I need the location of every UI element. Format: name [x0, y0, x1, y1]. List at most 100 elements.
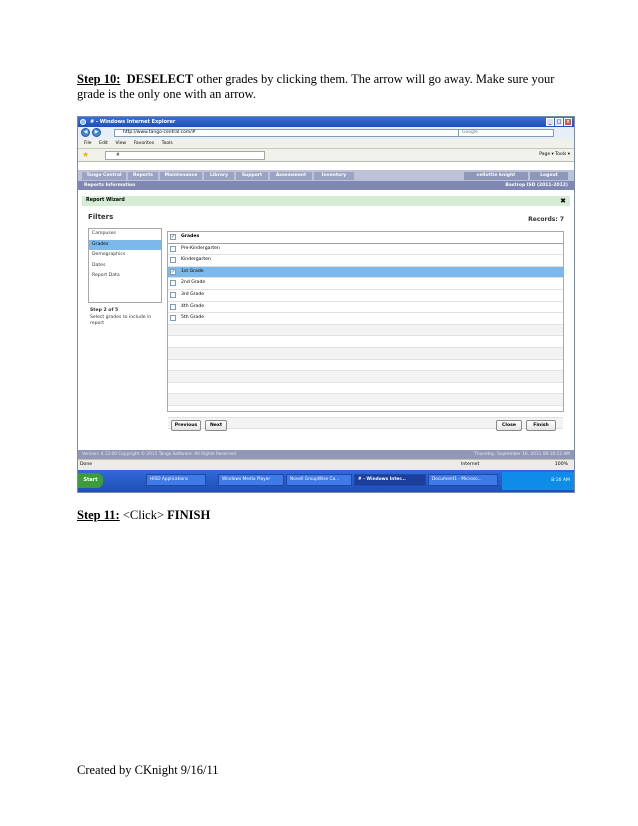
next-button[interactable]: Next — [205, 420, 227, 431]
table-row[interactable]: 5th Grade — [168, 313, 563, 325]
browser-tab[interactable]: # — [105, 151, 265, 160]
address-row: ◀ ▶ http://www.tango-central.com/# Googl… — [78, 127, 574, 139]
table-row[interactable]: 3rd Grade — [168, 290, 563, 302]
task-word[interactable]: Document1 - Microso... — [428, 474, 498, 486]
table-row[interactable]: 4th Grade — [168, 302, 563, 314]
step-10-text: Step 10: DESELECT other grades by clicki… — [77, 72, 577, 102]
browser-screenshot: # - Windows Internet Explorer _ □ × ◀ ▶ … — [77, 116, 575, 493]
ie-zone: Internet — [461, 462, 480, 467]
menu-tools[interactable]: Tools — [162, 141, 173, 146]
sidebar-item-demographics[interactable]: Demographics — [89, 250, 161, 261]
start-button[interactable]: Start — [78, 473, 103, 488]
wizard-title: Report Wizard — [86, 198, 125, 203]
grade-label: Pre-Kindergarten — [181, 245, 220, 251]
step-11-label: Step 11: — [77, 508, 120, 522]
forward-icon[interactable]: ▶ — [92, 128, 101, 137]
search-input[interactable]: Google — [458, 129, 554, 137]
empty-row — [168, 406, 563, 418]
table-row[interactable]: Kindergarten — [168, 255, 563, 267]
grade-checkbox[interactable] — [170, 303, 176, 310]
window-title: # - Windows Internet Explorer — [90, 119, 176, 125]
minimize-icon[interactable]: _ — [546, 118, 554, 126]
close-icon[interactable]: × — [564, 118, 572, 126]
menu-file[interactable]: File — [84, 141, 92, 146]
tab-library[interactable]: Library — [204, 172, 234, 180]
tab-inventory[interactable]: Inventory — [314, 172, 354, 180]
app-datetime: Thursday, September 16, 2011 08:16:12 AM — [474, 452, 570, 457]
task-hisd[interactable]: HISD Applications — [146, 474, 206, 486]
tab-tango-central[interactable]: Tango Central — [82, 172, 126, 180]
task-groupwise[interactable]: Novell GroupWise Ca... — [286, 474, 352, 486]
table-row[interactable]: 2nd Grade — [168, 278, 563, 290]
records-count: Records: 7 — [528, 216, 564, 223]
wizard-close-icon[interactable]: ✖ — [560, 196, 566, 206]
back-icon[interactable]: ◀ — [81, 128, 90, 137]
task-media-player[interactable]: Windows Media Player — [218, 474, 284, 486]
footer-credit: Created by CKnight 9/16/11 — [77, 763, 219, 777]
toolbar-tools[interactable]: Page ▾ Tools ▾ — [539, 151, 570, 159]
empty-row — [168, 371, 563, 383]
menu-edit[interactable]: Edit — [99, 141, 108, 146]
tab-reports[interactable]: Reports — [128, 172, 158, 180]
step-11-text: Step 11: <Click> FINISH — [77, 508, 210, 523]
address-input[interactable]: http://www.tango-central.com/# — [114, 129, 502, 137]
user-name: cellottie knight — [464, 172, 528, 180]
favorites-bar: ★ # Page ▾ Tools ▾ — [78, 149, 574, 162]
grade-label: 3rd Grade — [181, 291, 205, 297]
ie-zoom[interactable]: 100% — [555, 460, 568, 470]
step-10-label: Step 10: — [77, 72, 121, 86]
grade-label: 5th Grade — [181, 315, 205, 321]
report-wizard: Report Wizard ✖ Filters Records: 7 Campu… — [82, 196, 570, 446]
ie-icon — [80, 119, 86, 125]
previous-button[interactable]: Previous — [171, 420, 201, 431]
filters-title: Filters — [88, 213, 114, 221]
grade-checkbox[interactable] — [170, 315, 176, 322]
empty-row — [168, 360, 563, 372]
app-tabs: Tango Central Reports Maintenance Librar… — [78, 170, 574, 181]
favorites-star-icon[interactable]: ★ — [82, 150, 89, 159]
grade-label: 2nd Grade — [181, 280, 206, 286]
grid-header: ✓ Grades — [168, 232, 563, 244]
sidebar-item-dates[interactable]: Dates — [89, 261, 161, 272]
menu-view[interactable]: View — [115, 141, 126, 146]
maximize-icon[interactable]: □ — [555, 118, 563, 126]
taskbar: Start HISD Applications Windows Media Pl… — [78, 470, 574, 492]
grade-label: 1st Grade — [181, 268, 204, 274]
menu-bar: File Edit View Favorites Tools — [78, 139, 574, 149]
report-info-bar: Reports Information Bastrop ISD (2011-20… — [78, 181, 574, 190]
filter-sidebar: Campuses Grades Demographics Dates Repor… — [88, 228, 162, 303]
finish-button[interactable]: Finish — [526, 420, 556, 431]
empty-row — [168, 383, 563, 395]
close-button[interactable]: Close — [496, 420, 522, 431]
table-row[interactable]: ✓ 1st Grade — [168, 266, 563, 279]
grade-checkbox[interactable] — [170, 245, 176, 252]
grade-checkbox[interactable] — [170, 291, 176, 298]
tab-maintenance[interactable]: Maintenance — [160, 172, 202, 180]
select-all-checkbox[interactable]: ✓ — [170, 234, 176, 240]
step-11-body: <Click> — [119, 508, 168, 522]
empty-row — [168, 324, 563, 337]
wizard-header: Report Wizard ✖ — [82, 196, 570, 206]
tab-support[interactable]: Support — [236, 172, 268, 180]
app-version: Version: 4.12.00 Copyright © 2011 Tango … — [82, 452, 236, 457]
app-status-bar: Version: 4.12.00 Copyright © 2011 Tango … — [78, 450, 574, 459]
report-info-label: Reports Information — [84, 183, 136, 188]
grade-label: Kindergarten — [181, 257, 211, 263]
empty-row — [168, 347, 563, 360]
step-info: Step 2 of 5 Select grades to include in … — [90, 308, 160, 328]
ie-status-text: Done — [80, 462, 93, 467]
sidebar-item-report-data[interactable]: Report Data — [89, 271, 161, 282]
task-ie[interactable]: # - Windows Inter... — [354, 474, 426, 486]
sidebar-item-grades[interactable]: Grades — [89, 239, 161, 250]
grade-checkbox[interactable] — [170, 280, 176, 287]
grade-label: 4th Grade — [181, 303, 205, 309]
district-label: Bastrop ISD (2011-2012) — [505, 183, 568, 188]
grade-checkbox[interactable]: ✓ — [170, 268, 176, 275]
tab-assessment[interactable]: Assessment — [270, 172, 312, 180]
logout-link[interactable]: Logout — [530, 172, 568, 180]
sidebar-item-campuses[interactable]: Campuses — [89, 229, 161, 240]
grade-checkbox[interactable] — [170, 257, 176, 264]
grid-header-label: Grades — [181, 234, 200, 239]
table-row[interactable]: Pre-Kindergarten — [168, 244, 563, 256]
menu-favorites[interactable]: Favorites — [134, 141, 154, 146]
